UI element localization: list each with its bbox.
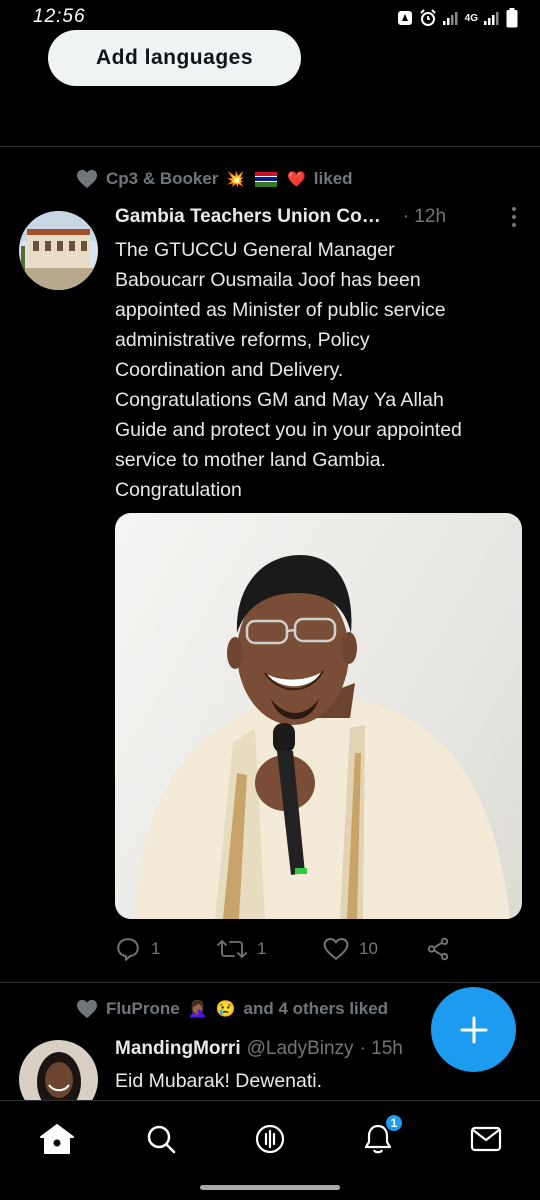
battery-icon	[506, 8, 518, 28]
share-icon	[427, 937, 449, 961]
search-icon	[147, 1125, 176, 1154]
status-bar: 12:56 4G	[0, 0, 540, 34]
compose-tweet-button[interactable]	[431, 987, 516, 1072]
retweet-count: 1	[257, 939, 267, 958]
tweet-text-line: administrative reforms, Policy	[115, 329, 370, 351]
tweet-divider	[0, 982, 540, 983]
like-heart-icon	[323, 938, 349, 960]
tweet-text-line: Congratulation	[115, 479, 242, 501]
reply-button[interactable]: 1	[115, 936, 217, 962]
tweet-text: The GTUCCU General Manager Baboucarr Ous…	[115, 235, 525, 505]
tweet-text-line: The GTUCCU General Manager	[115, 239, 395, 261]
like-count: 10	[359, 939, 378, 958]
tweet-header: MandingMorri @LadyBinzy · 15h	[115, 1038, 403, 1060]
reply-count: 1	[151, 939, 161, 958]
notification-badge: 1	[384, 1113, 404, 1133]
social-context-action: and 4 others liked	[243, 999, 389, 1018]
more-options-icon[interactable]	[510, 205, 518, 235]
plus-icon	[460, 1016, 487, 1043]
social-context-names[interactable]: Cp3 & Booker	[106, 169, 218, 189]
tweet-time: · 12h	[402, 206, 447, 227]
gambia-flag-icon	[255, 171, 278, 187]
status-icons: 4G	[397, 8, 518, 28]
envelope-icon	[470, 1126, 502, 1152]
tweet-photo[interactable]	[115, 513, 522, 919]
tweet-actions: 1 1 10	[115, 936, 525, 962]
home-indicator[interactable]	[200, 1185, 340, 1190]
crying-emoji: 😢	[215, 1001, 236, 1018]
author-handle: @LadyBinzy	[246, 1038, 354, 1059]
author-name[interactable]: MandingMorri	[115, 1038, 241, 1060]
social-context-names[interactable]: FluProne	[106, 999, 180, 1019]
section-divider	[0, 146, 540, 147]
nav-search[interactable]	[141, 1119, 181, 1159]
notification-app-icon	[397, 11, 412, 25]
signal-bars-2-icon	[484, 12, 499, 25]
tweet-header: Gambia Teachers Union Co… · 12h	[115, 206, 446, 228]
alarm-icon	[419, 9, 436, 26]
social-context: Cp3 & Booker 💥 ❤️ liked	[76, 169, 353, 189]
signal-bars-icon	[442, 12, 458, 25]
facepalm-emoji: 🤦🏾‍♀️	[187, 1001, 208, 1018]
nav-notifications[interactable]: 1	[358, 1113, 404, 1159]
author-name[interactable]: Gambia Teachers Union Co…	[115, 206, 381, 228]
tweet-text-line: appointed as Minister of public service	[115, 299, 446, 321]
nav-messages[interactable]	[466, 1119, 506, 1159]
tweet-time: · 15h	[359, 1038, 403, 1059]
retweet-button[interactable]: 1	[217, 936, 323, 962]
avatar-building-image	[19, 211, 98, 290]
nav-spaces[interactable]	[250, 1119, 290, 1159]
social-context-action: liked	[313, 169, 353, 188]
avatar[interactable]	[19, 211, 98, 290]
tweet-text-line: Coordination and Delivery.	[115, 359, 344, 381]
collision-emoji: 💥	[226, 171, 246, 188]
add-languages-button[interactable]: Add languages	[48, 30, 301, 86]
tweet-text-line: service to mother land Gambia.	[115, 449, 386, 471]
spaces-icon	[255, 1124, 285, 1154]
like-button[interactable]: 10	[323, 937, 425, 961]
social-context: FluProne 🤦🏾‍♀️ 😢 and 4 others liked	[76, 999, 388, 1019]
bottom-nav: 1	[0, 1100, 540, 1200]
tweet-text-line: Congratulations GM and May Ya Allah	[115, 389, 444, 411]
portrait-image	[135, 555, 510, 919]
network-type-label: 4G	[464, 12, 478, 24]
nav-home[interactable]	[37, 1119, 77, 1159]
reply-icon	[117, 938, 139, 961]
heart-emoji: ❤️	[287, 171, 306, 188]
status-clock: 12:56	[33, 6, 86, 27]
share-button[interactable]	[425, 936, 451, 962]
tweet-text-line: Guide and protect you in your appointed	[115, 419, 462, 441]
home-icon	[40, 1124, 74, 1154]
heart-filled-icon	[77, 999, 97, 1019]
heart-filled-icon	[77, 169, 97, 189]
retweet-icon	[217, 940, 247, 958]
tweet-text-line: Baboucarr Ousmaila Joof has been	[115, 269, 421, 291]
